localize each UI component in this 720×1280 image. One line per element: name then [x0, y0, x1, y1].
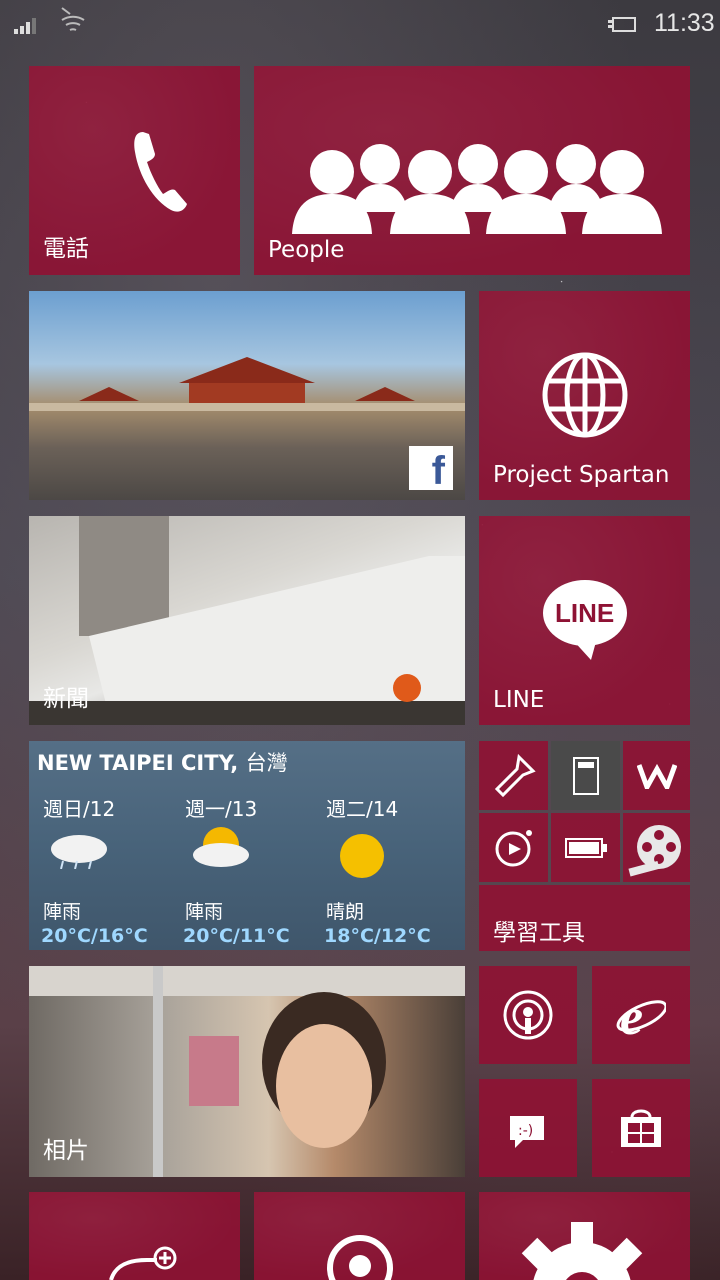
w-app-tile[interactable]: [623, 741, 690, 810]
store-icon: [621, 1109, 661, 1147]
feedback-tile[interactable]: :-): [479, 1079, 577, 1177]
podcast-icon: [503, 990, 553, 1040]
w-logo-icon: [637, 763, 677, 789]
feedback-icon: :-): [510, 1116, 544, 1148]
people-group-icon: [292, 144, 662, 234]
clock: 11:33: [654, 9, 715, 37]
news-photo: [29, 516, 465, 725]
weather-day-1: 週日/12: [43, 797, 116, 821]
news-tile[interactable]: 新聞: [29, 516, 465, 725]
battery-saver-tile[interactable]: [551, 813, 620, 882]
people-tile[interactable]: People: [254, 66, 690, 275]
wifi-icon: [61, 7, 85, 31]
sun-cloud-icon: [193, 827, 249, 867]
maps-tile[interactable]: [254, 1192, 465, 1280]
sun-icon: [340, 834, 384, 878]
facebook-f-glyph: f: [431, 449, 445, 493]
phone-tile[interactable]: 電話: [29, 66, 240, 275]
recorder-tile[interactable]: [479, 813, 548, 882]
project-spartan-tile[interactable]: Project Spartan: [479, 291, 690, 500]
weather-country: 台灣: [245, 751, 288, 775]
svg-text::-): :-): [518, 1123, 533, 1139]
people-label: People: [268, 237, 345, 263]
project-spartan-label: Project Spartan: [493, 462, 670, 488]
learning-tools-folder[interactable]: 學習工具: [479, 885, 690, 951]
settings-tile[interactable]: [479, 1192, 690, 1280]
battery-charging-icon: [608, 17, 636, 32]
podcast-tile[interactable]: [479, 966, 577, 1064]
film-reel-icon: [628, 825, 681, 877]
weather-day-2: 週一/13: [185, 797, 258, 821]
weather-temp-1: 20°C/16°C: [41, 925, 148, 947]
gear-icon: [521, 1222, 643, 1280]
globe-icon: [542, 352, 628, 438]
facebook-photo-tile[interactable]: f: [29, 291, 465, 500]
weather-condition-2: 陣雨: [185, 901, 224, 923]
photos-image: [29, 966, 465, 1177]
video-tile[interactable]: [623, 813, 690, 882]
line-label: LINE: [493, 687, 545, 713]
line-logo-text: LINE: [555, 598, 615, 628]
status-bar: 11:33: [0, 0, 720, 50]
line-bubble-tail: [571, 638, 597, 660]
phone-icon: [134, 132, 187, 212]
photos-tile[interactable]: 相片: [29, 966, 465, 1177]
calculator-tile[interactable]: [551, 741, 620, 810]
phone-label: 電話: [43, 236, 89, 262]
photos-label: 相片: [43, 1138, 89, 1164]
weather-tile[interactable]: NEW TAIPEI CITY, 台灣 週日/12 陣雨 20°C/16°C 週…: [29, 741, 465, 950]
internet-explorer-icon: e: [616, 990, 666, 1040]
battery-icon: [565, 838, 607, 858]
signal-strength-icon: [14, 18, 36, 34]
weather-day-3: 週二/14: [326, 797, 399, 821]
add-contact-tile[interactable]: [29, 1192, 240, 1280]
weather-condition-1: 陣雨: [43, 901, 82, 923]
weather-condition-3: 晴朗: [326, 901, 365, 923]
calculator-icon: [573, 757, 599, 795]
palace-photo: [29, 357, 465, 411]
weather-temp-3: 18°C/12°C: [324, 925, 431, 947]
add-contact-icon: [109, 1246, 177, 1280]
store-tile[interactable]: [592, 1079, 690, 1177]
news-label: 新聞: [43, 686, 89, 712]
line-tile[interactable]: LINE LINE: [479, 516, 690, 725]
weather-location: NEW TAIPEI CITY, 台灣: [37, 747, 288, 777]
flashlight-icon: [494, 753, 536, 798]
recorder-icon: [495, 830, 532, 867]
flashlight-tile[interactable]: [479, 741, 548, 810]
learning-tools-label: 學習工具: [493, 920, 585, 946]
cloud-rain-icon: [51, 835, 107, 869]
weather-city: NEW TAIPEI CITY,: [37, 751, 239, 775]
map-pin-icon: [327, 1235, 393, 1280]
weather-temp-2: 20°C/11°C: [183, 925, 290, 947]
internet-explorer-tile[interactable]: e: [592, 966, 690, 1064]
